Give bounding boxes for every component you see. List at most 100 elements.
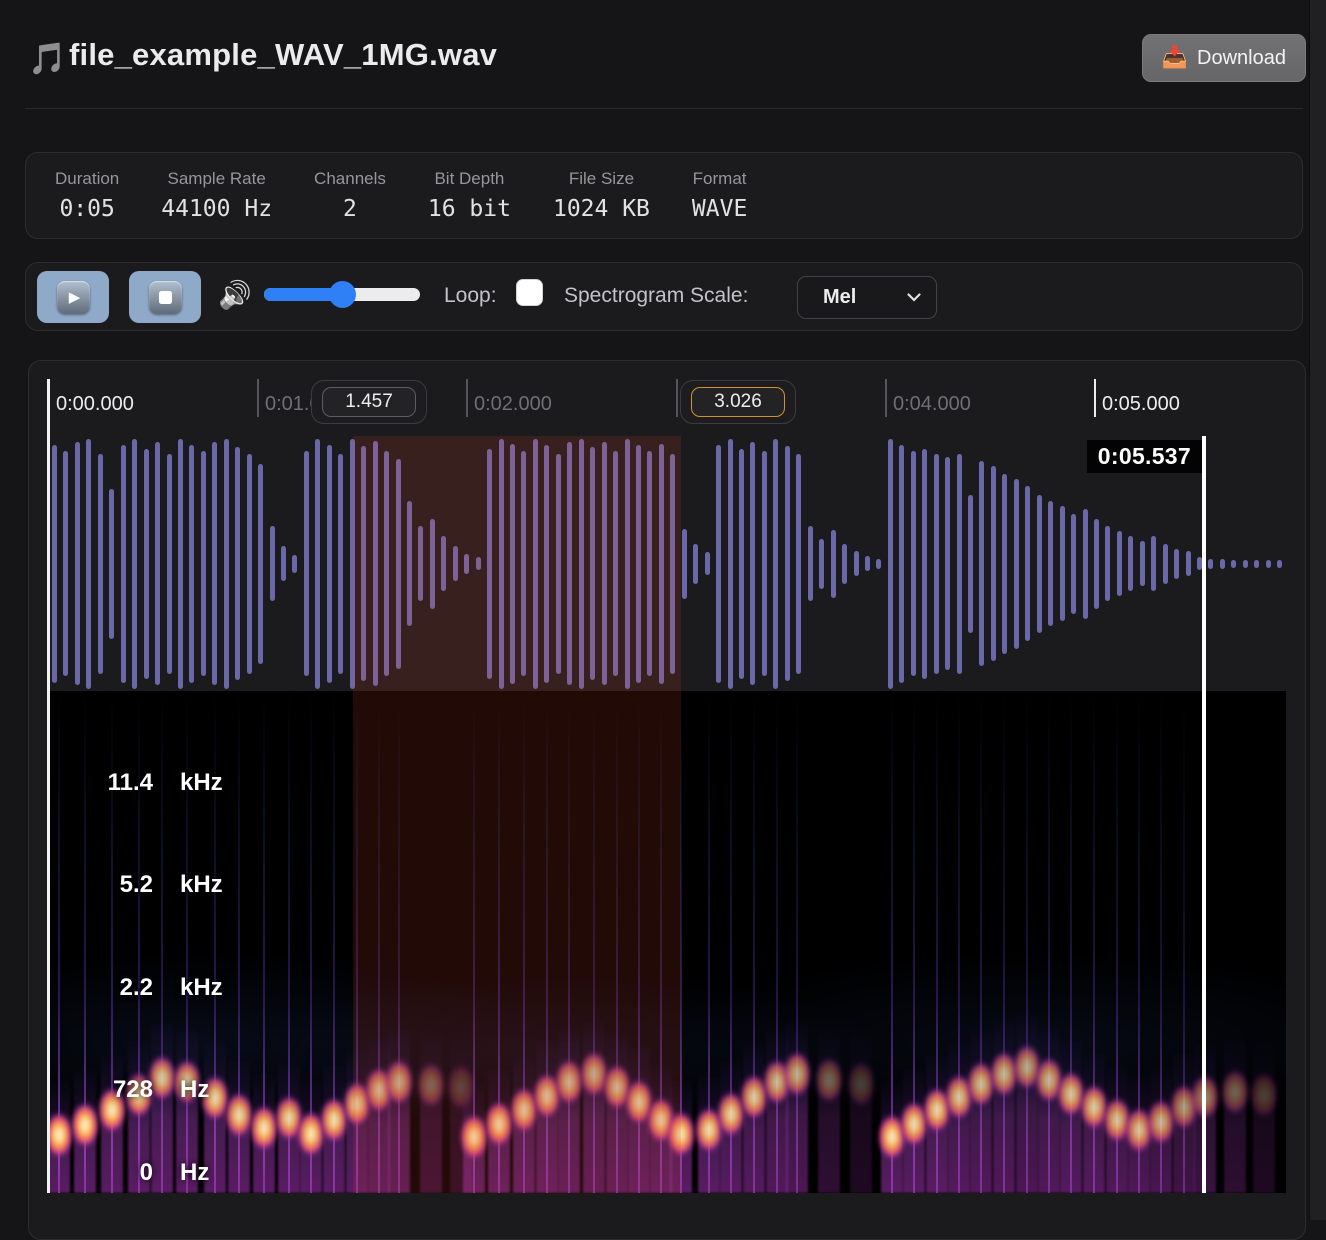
timeline-tick (1094, 379, 1096, 417)
page-title: file_example_WAV_1MG.wav (69, 37, 497, 73)
waveform-bar (693, 544, 698, 584)
waveform-bar (1105, 526, 1110, 601)
frequency-value: 0 (61, 1159, 153, 1187)
spectrogram-note-column (420, 1031, 442, 1193)
frequency-tick-label: 2.2kHz (61, 974, 223, 1002)
scale-selected-value: Mel (823, 286, 907, 309)
waveform-bar (1231, 560, 1236, 568)
selection-start-input[interactable]: 1.457 (322, 387, 416, 417)
waveform-bar (899, 445, 904, 683)
music-note-icon: 🎵 (28, 40, 67, 77)
volume-thumb[interactable] (329, 281, 356, 308)
audio-visualization-panel: 0:00.0000:01.0000:02.0000:03.0000:04.000… (28, 360, 1306, 1240)
speaker-icon: 🔊 (218, 279, 252, 311)
waveform-bar (579, 439, 584, 689)
spectrogram-note-column (766, 1028, 788, 1193)
stop-button[interactable] (129, 271, 201, 323)
playback-controls: ▶ 🔊 Loop: Spectrogram Scale: Mel (25, 262, 1303, 331)
waveform-bar (1243, 560, 1248, 568)
waveform-bar (957, 454, 962, 674)
frequency-value: 2.2 (61, 974, 153, 1002)
window-edge-strip (1309, 0, 1326, 1220)
waveform-bar (247, 454, 252, 674)
spectrogram-note-blob (384, 1058, 414, 1106)
waveform-bar (1014, 479, 1019, 649)
info-field: Duration0:05 (34, 169, 140, 222)
waveform-bar (625, 439, 630, 689)
waveform-bar (922, 449, 927, 679)
playhead-time-badge: 0:05.537 (1087, 440, 1202, 473)
waveform-bar (1083, 509, 1088, 619)
spectrogram-scale-select[interactable]: Mel (797, 276, 937, 319)
play-button[interactable]: ▶ (37, 271, 109, 323)
timeline-ruler[interactable]: 0:00.0000:01.0000:02.0000:03.0000:04.000… (48, 379, 1286, 431)
playhead-line[interactable] (1202, 436, 1206, 1193)
waveform-bar (167, 454, 172, 674)
spectrogram-note-blob (782, 1050, 812, 1098)
download-icon: 📥 (1162, 46, 1188, 70)
frequency-unit: Hz (180, 1076, 209, 1104)
waveform-bar (441, 536, 446, 591)
selection-zero-cursor (47, 379, 50, 1193)
waveform-bar (991, 466, 996, 661)
spectrogram-note-blob (814, 1056, 844, 1104)
volume-slider[interactable] (264, 288, 420, 301)
waveform-bar (75, 442, 80, 685)
spectrogram-note-column (558, 1028, 580, 1193)
waveform-display[interactable] (48, 436, 1286, 691)
waveform-bar (865, 556, 870, 571)
waveform-bar (1277, 560, 1282, 568)
waveform-bar (178, 439, 183, 689)
waveform-bar (1071, 514, 1076, 614)
waveform-bar (292, 555, 297, 573)
waveform-bar (212, 442, 217, 685)
waveform-bar (155, 442, 160, 685)
waveform-bar (1002, 474, 1007, 654)
waveform-bar (647, 451, 652, 676)
spectrogram-note-column (583, 1020, 605, 1193)
selection-end-input[interactable]: 3.026 (691, 387, 785, 417)
timeline-tick-label: 0:00.000 (56, 393, 134, 416)
waveform-bar (1163, 544, 1168, 584)
waveform-bar (224, 439, 229, 689)
waveform-bar (1037, 495, 1042, 633)
info-field-label: Format (692, 169, 747, 189)
info-field-label: Bit Depth (428, 169, 511, 189)
waveform-bar (1151, 536, 1156, 591)
waveform-bar (510, 444, 515, 684)
waveform-bar (121, 445, 126, 683)
download-button[interactable]: 📥 Download (1142, 34, 1306, 82)
waveform-bar (1254, 560, 1259, 568)
timeline-tick-label: 0:04.000 (893, 393, 971, 416)
frequency-value: 11.4 (61, 769, 153, 797)
info-field: Channels2 (293, 169, 407, 222)
waveform-bar (739, 449, 744, 679)
info-field-value: 0:05 (55, 196, 119, 222)
waveform-bar (304, 451, 309, 676)
waveform-bar (1117, 531, 1122, 596)
waveform-bar (945, 457, 950, 670)
waveform-bar (968, 495, 973, 633)
waveform-bar (1140, 541, 1145, 586)
info-field-label: Channels (314, 169, 386, 189)
waveform-bar (750, 442, 755, 685)
info-field: Format WAVE (671, 169, 768, 222)
waveform-bar (728, 439, 733, 689)
spectrogram-note-blob (846, 1060, 876, 1108)
info-field-value: WAVE (692, 196, 747, 222)
waveform-bar (430, 519, 435, 609)
timeline-tick-label: 0:02.000 (474, 393, 552, 416)
spectrogram-display[interactable]: 11.4kHz5.2kHz2.2kHz728Hz0Hz (48, 691, 1286, 1193)
timeline-tick (257, 379, 259, 417)
waveform-bar (144, 449, 149, 679)
waveform-bar (201, 451, 206, 676)
waveform-bar (52, 445, 57, 683)
waveform-bar (418, 526, 423, 601)
loop-checkbox[interactable] (516, 279, 543, 306)
spectrogram-note-blob (1220, 1068, 1250, 1116)
spectrogram-note-blob (1249, 1071, 1279, 1119)
spectrogram-note-column (1038, 1026, 1060, 1193)
spectrogram-note-column (368, 1036, 390, 1193)
waveform-bar (911, 451, 916, 676)
waveform-bar (1094, 519, 1099, 609)
